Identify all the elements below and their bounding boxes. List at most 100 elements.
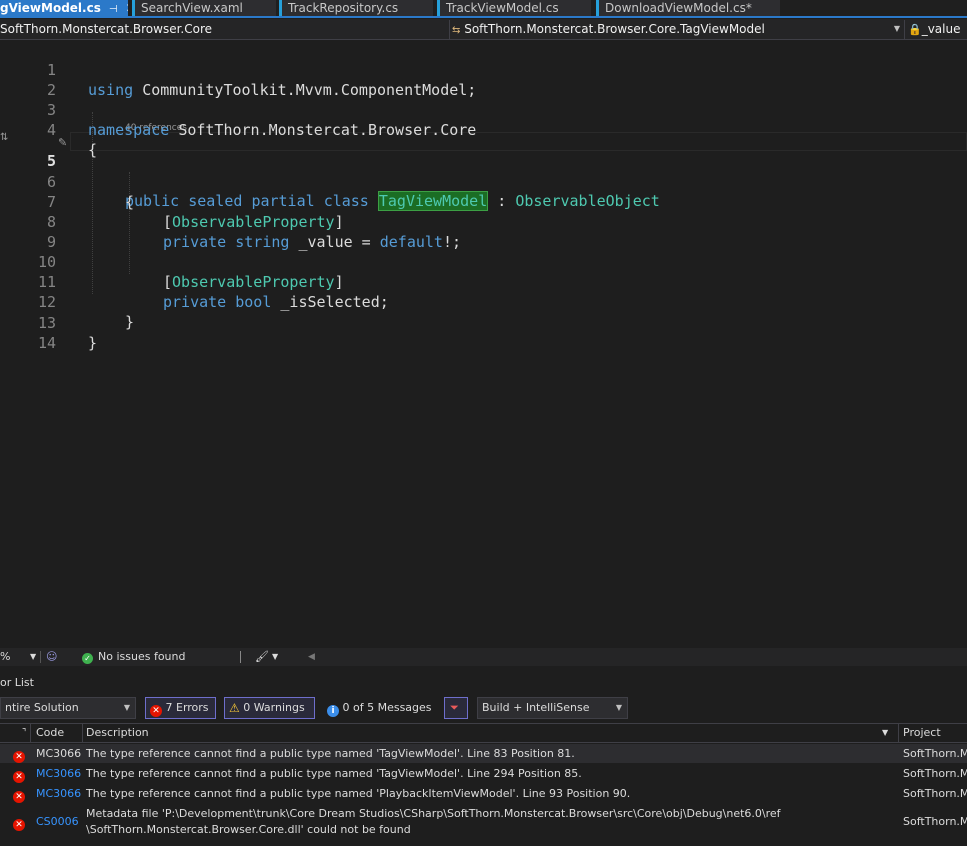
scroll-left-icon[interactable]: ◀	[308, 648, 315, 666]
chevron-down-icon: ▼	[123, 703, 130, 712]
chevron-down-icon: ▼	[615, 703, 622, 712]
scope-dropdown[interactable]: ntire Solution ▼	[0, 697, 136, 719]
error-list-toolbar: ntire Solution ▼ ✕ 7 Errors ⚠ 0 Warnings…	[0, 696, 967, 720]
member-dropdown[interactable]: 🔒_value	[908, 21, 967, 38]
code-line: 9	[0, 212, 967, 251]
code-line: 10 [ObservableProperty]	[0, 232, 967, 291]
error-row[interactable]: ✕ MC3066 The type reference cannot find …	[0, 784, 967, 803]
warnings-filter-button[interactable]: ⚠ 0 Warnings	[224, 697, 315, 719]
code-line: 3 namespace SoftThorn.Monstercat.Browser…	[0, 80, 967, 139]
code-line: 7 [ObservableProperty]	[0, 172, 967, 231]
code-line: 4 {	[0, 100, 967, 159]
editor-status-bar: % ▼ ☺ ✓ No issues found 🖌 ▼ ◀	[0, 648, 967, 666]
navigation-bar: SoftThorn.Monstercat.Browser.Core ⇆ Soft…	[0, 19, 967, 40]
code-line: 11 private bool _isSelected;	[0, 252, 967, 311]
code-line: 12 }	[0, 272, 967, 331]
tab-label: DownloadViewModel.cs*	[605, 1, 752, 15]
error-icon: ✕	[150, 705, 162, 717]
code-line: 6 {	[0, 152, 967, 211]
filter-button[interactable]: ⏷	[444, 697, 468, 719]
code-line: 8 private string _value = default!;	[0, 192, 967, 251]
error-project: SoftThorn.M	[903, 815, 967, 828]
copilot-icon[interactable]: ☺	[46, 648, 57, 666]
tab-label: TrackViewModel.cs	[446, 1, 559, 15]
zoom-combo[interactable]: %	[0, 648, 10, 666]
chevron-down-icon: ▼	[893, 24, 900, 33]
code-line: 2	[0, 60, 967, 99]
column-divider[interactable]	[82, 723, 83, 743]
brace: }	[88, 334, 98, 352]
error-list-title: or List	[0, 676, 34, 689]
code-line: 1 using CommunityToolkit.Mvvm.ComponentM…	[0, 40, 967, 99]
field-icon: 🔒	[908, 23, 922, 36]
class-icon: ⇆	[452, 25, 461, 36]
error-project: SoftThorn.M	[903, 767, 967, 780]
type-dropdown[interactable]: ⇆ SoftThorn.Monstercat.Browser.Core.TagV…	[452, 21, 900, 38]
column-filter-icon[interactable]: ▼	[882, 724, 888, 742]
filter-icon: ⏷	[450, 701, 459, 714]
check-icon: ✓	[82, 653, 93, 664]
error-code-link[interactable]: MC3066	[36, 784, 81, 803]
cleanup-brush-icon[interactable]: 🖌	[255, 648, 269, 666]
error-row[interactable]: ✕ MC3066 The type reference cannot find …	[0, 764, 967, 783]
chevron-down-icon[interactable]: ▼	[272, 648, 278, 666]
tab-label: TrackRepository.cs	[288, 1, 399, 15]
code-editor[interactable]: ⇅ 40 references 1 using CommunityToolkit…	[0, 40, 967, 648]
document-tab-strip: gViewModel.cs ⊣ ✕ SearchView.xaml TrackRep…	[0, 0, 967, 18]
column-header-project[interactable]: Project	[903, 724, 941, 742]
divider	[240, 651, 241, 663]
error-description: Metadata file 'P:\Development\trunk\Core…	[86, 807, 781, 836]
divider	[449, 20, 450, 39]
column-header-code[interactable]: Code	[36, 724, 64, 742]
error-icon: ✕	[13, 747, 25, 763]
error-code-link[interactable]: MC3066	[36, 764, 81, 783]
line-number: 14	[37, 334, 56, 352]
chevron-down-icon[interactable]: ▼	[30, 648, 36, 666]
error-project: SoftThorn.M	[903, 747, 967, 760]
error-description: The type reference cannot find a public …	[86, 747, 575, 760]
error-list-header: ⌝ Code Description ▼ Project	[0, 723, 967, 743]
column-divider[interactable]	[30, 723, 31, 743]
issues-text: No issues found	[98, 650, 186, 663]
messages-count: 0 of 5 Messages	[342, 701, 432, 714]
messages-filter-button[interactable]: i 0 of 5 Messages	[322, 697, 436, 719]
tab-underline	[0, 16, 967, 18]
errors-filter-button[interactable]: ✕ 7 Errors	[145, 697, 216, 719]
build-filter-value: Build + IntelliSense	[482, 701, 590, 714]
code-line: 5 ✎ public sealed partial class TagViewM…	[0, 131, 967, 211]
divider	[904, 20, 905, 39]
zoom-level: %	[0, 650, 11, 663]
project-name: SoftThorn.Monstercat.Browser.Core	[0, 22, 212, 36]
pin-icon[interactable]: ⊣	[109, 4, 118, 15]
code-line: 13 }	[0, 293, 967, 352]
issues-indicator[interactable]: ✓ No issues found	[82, 648, 185, 666]
type-name: SoftThorn.Monstercat.Browser.Core.TagVie…	[464, 22, 765, 36]
error-icon: ✕	[13, 787, 25, 803]
errors-count: 7 Errors	[165, 701, 209, 714]
error-code-link[interactable]: CS0006	[36, 814, 79, 830]
close-icon[interactable]: ✕	[126, 1, 128, 15]
error-row[interactable]: ✕ CS0006 Metadata file 'P:\Development\t…	[0, 805, 967, 839]
error-icon: ✕	[13, 767, 25, 783]
column-header-description[interactable]: Description	[86, 724, 149, 742]
sort-icon[interactable]: ⌝	[22, 724, 26, 742]
error-code: MC3066	[36, 747, 82, 760]
tab-label: SearchView.xaml	[141, 1, 243, 15]
divider	[40, 651, 41, 663]
info-icon: i	[327, 705, 339, 717]
quick-actions-icon[interactable]: ✎	[58, 133, 67, 153]
error-description: The type reference cannot find a public …	[86, 787, 631, 800]
warnings-count: 0 Warnings	[243, 701, 305, 714]
error-description: The type reference cannot find a public …	[86, 767, 582, 780]
code-line: 14	[0, 313, 967, 352]
warning-icon: ⚠	[229, 701, 240, 715]
build-filter-dropdown[interactable]: Build + IntelliSense ▼	[477, 697, 628, 719]
member-name: _value	[921, 22, 961, 36]
tab-label: gViewModel.cs	[0, 1, 101, 15]
project-dropdown[interactable]: SoftThorn.Monstercat.Browser.Core	[0, 21, 445, 38]
scope-value: ntire Solution	[5, 701, 79, 714]
column-divider[interactable]	[898, 723, 899, 743]
error-project: SoftThorn.M	[903, 787, 967, 800]
error-icon: ✕	[13, 815, 25, 831]
error-row[interactable]: ✕ MC3066 The type reference cannot find …	[0, 744, 967, 763]
